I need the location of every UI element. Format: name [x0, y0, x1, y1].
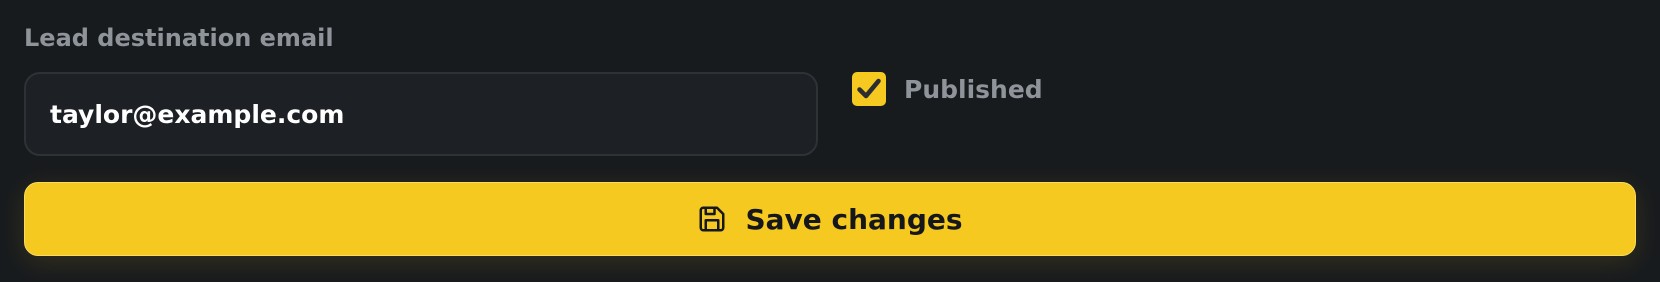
email-field-label: Lead destination email — [24, 24, 334, 52]
published-toggle[interactable]: Published — [852, 72, 1043, 106]
published-checkbox[interactable] — [852, 72, 886, 106]
save-changes-button[interactable]: Save changes — [24, 182, 1636, 256]
lead-email-field[interactable] — [24, 72, 818, 156]
checkmark-icon — [857, 78, 881, 99]
save-icon — [697, 203, 729, 235]
published-label: Published — [904, 74, 1043, 104]
lead-settings-form: Lead destination email Published Save ch… — [24, 0, 1636, 282]
save-button-label: Save changes — [745, 202, 963, 236]
